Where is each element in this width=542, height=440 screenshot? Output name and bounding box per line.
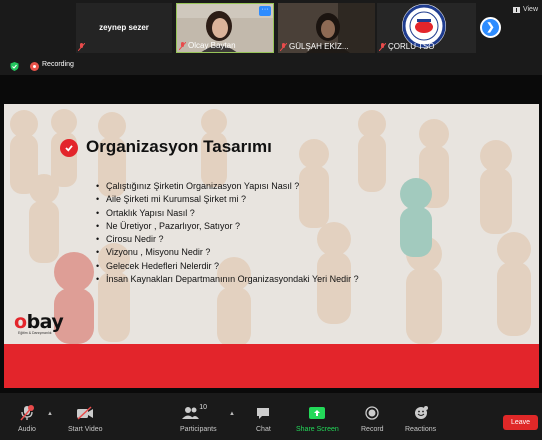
bullet-item: İnsan Kaynakları Departmanının Organizas… <box>96 273 359 286</box>
chat-button[interactable]: Chat <box>256 405 271 433</box>
participant-name-center: zeynep sezer <box>99 23 149 32</box>
presentation-slide: Organizasyon Tasarımı Çalıştığınız Şirke… <box>4 104 539 388</box>
share-screen-button[interactable]: Share Screen <box>296 405 339 433</box>
bullet-item: Çalıştığınız Şirketin Organizasyon Yapıs… <box>96 180 359 193</box>
shield-icon[interactable] <box>10 62 19 71</box>
mic-muted-icon <box>179 41 186 50</box>
bullet-item: Vizyonu , Misyonu Nedir ? <box>96 246 359 259</box>
meeting-status-bar <box>0 57 542 75</box>
logo-text: bay <box>26 311 64 333</box>
participants-label: Participants <box>180 426 217 433</box>
slide-title: Organizasyon Tasarımı <box>86 137 272 156</box>
participant-tile-corlu-tso[interactable]: ÇORLU TSO <box>377 3 476 53</box>
mic-muted-icon <box>379 42 386 51</box>
participant-name-label: ÇORLU TSO <box>379 42 435 51</box>
reactions-button[interactable]: Reactions <box>405 405 436 433</box>
participant-tile-gulsah[interactable]: GÜLŞAH EKİZ... <box>278 3 375 53</box>
obay-logo: obay Eğitim & Danışmanlık <box>14 311 64 335</box>
start-video-button[interactable]: Start Video <box>68 405 103 433</box>
next-page-button[interactable]: ❯ <box>480 17 501 38</box>
share-screen-label: Share Screen <box>296 426 339 433</box>
emoji-icon <box>414 405 428 421</box>
record-icon <box>365 405 379 421</box>
participants-icon: 10 <box>180 404 216 421</box>
participant-name: ÇORLU TSO <box>388 42 435 51</box>
bullet-item: Aile Şirketi mi Kurumsal Şirket mi ? <box>96 193 359 206</box>
record-label: Record <box>361 426 384 433</box>
participant-name-label <box>78 43 85 51</box>
audio-label: Audio <box>18 426 36 433</box>
participant-tile-olcay[interactable]: ··· Olcay Baytan <box>176 3 274 53</box>
recording-label: Recording <box>42 61 74 68</box>
leave-button[interactable]: Leave <box>503 415 538 430</box>
slide-red-band <box>4 344 539 388</box>
record-button[interactable]: Record <box>361 405 384 433</box>
view-button[interactable]: View <box>512 6 538 13</box>
participants-button[interactable]: 10 Participants <box>180 404 217 433</box>
slide-bullet-list: Çalıştığınız Şirketin Organizasyon Yapıs… <box>96 180 359 286</box>
participant-name: GÜLŞAH EKİZ... <box>289 42 349 51</box>
participants-count: 10 <box>199 404 208 411</box>
video-gallery-strip: zeynep sezer ··· Olcay Baytan GÜLŞAH EKİ… <box>0 0 542 56</box>
bullet-item: Gelecek Hedefleri Nelerdir ? <box>96 260 359 273</box>
start-video-label: Start Video <box>68 426 103 433</box>
reactions-label: Reactions <box>405 426 437 433</box>
mic-muted-icon <box>280 42 287 51</box>
mic-muted-icon <box>20 405 34 421</box>
chat-label: Chat <box>256 426 271 433</box>
participant-name: Olcay Baytan <box>188 41 236 50</box>
video-off-icon <box>76 405 94 421</box>
gallery-view-icon <box>512 6 520 13</box>
chevron-right-icon: ❯ <box>486 22 495 33</box>
bullet-item: Cirosu Nedir ? <box>96 233 359 246</box>
recording-icon <box>30 62 39 71</box>
more-options-icon[interactable]: ··· <box>259 6 271 16</box>
zoom-meeting-window: zeynep sezer ··· Olcay Baytan GÜLŞAH EKİ… <box>0 0 542 440</box>
participants-options-caret[interactable]: ▲ <box>229 411 235 417</box>
logo-initial: o <box>14 311 27 333</box>
bullet-item: Ortaklık Yapısı Nasıl ? <box>96 207 359 220</box>
audio-button[interactable]: Audio <box>18 405 36 433</box>
bullet-item: Ne Üretiyor , Pazarlıyor, Satıyor ? <box>96 220 359 233</box>
participant-name-label: Olcay Baytan <box>179 41 236 50</box>
view-label: View <box>522 6 538 13</box>
audio-options-caret[interactable]: ▲ <box>47 411 53 417</box>
participant-tile-zeynep[interactable]: zeynep sezer <box>76 3 172 53</box>
chat-icon <box>256 405 270 421</box>
checkmark-icon <box>60 139 78 157</box>
participant-name-label: GÜLŞAH EKİZ... <box>280 42 349 51</box>
mic-muted-icon <box>78 43 85 51</box>
share-screen-icon <box>309 405 326 421</box>
